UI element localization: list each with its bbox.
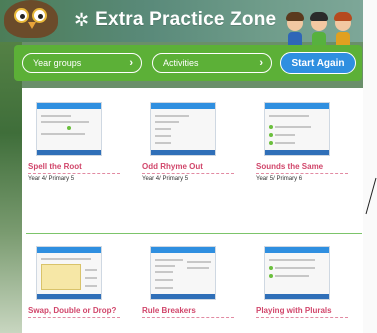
filter-bar: Year groups › Activities › Start Again — [14, 45, 362, 81]
row-divider — [26, 233, 362, 234]
activity-title[interactable]: Playing with Plurals — [256, 306, 348, 318]
page-header: ✲ Extra Practice Zone — [74, 6, 276, 34]
activity-card[interactable]: Playing with Plurals — [256, 246, 356, 318]
activity-title[interactable]: Swap, Double or Drop? — [28, 306, 120, 318]
activity-thumbnail[interactable] — [150, 246, 216, 300]
activities-grid: Spell the Root Year 4/ Primary 5 Odd Rhy… — [22, 88, 363, 333]
activity-thumbnail[interactable] — [264, 246, 330, 300]
activity-year: Year 5/ Primary 6 — [256, 176, 303, 182]
activity-thumbnail[interactable] — [36, 102, 102, 156]
activity-title[interactable]: Odd Rhyme Out — [142, 162, 234, 174]
activity-title[interactable]: Spell the Root — [28, 162, 120, 174]
activity-card[interactable]: Swap, Double or Drop? — [28, 246, 128, 318]
activity-card[interactable]: Odd Rhyme Out Year 4/ Primary 5 — [142, 102, 242, 182]
activity-card[interactable]: Sounds the Same Year 5/ Primary 6 — [256, 102, 356, 182]
pointer-line-decoration — [365, 177, 377, 215]
start-again-button[interactable]: Start Again — [280, 52, 356, 74]
activities-label: Activities — [163, 58, 199, 68]
year-groups-label: Year groups — [33, 58, 82, 68]
activity-title[interactable]: Rule Breakers — [142, 306, 234, 318]
year-groups-dropdown[interactable]: Year groups › — [22, 53, 142, 73]
activity-thumbnail[interactable] — [264, 102, 330, 156]
chevron-right-icon: › — [129, 57, 133, 69]
owl-mascot-icon — [4, 0, 58, 38]
children-characters-icon — [282, 6, 356, 50]
background-right-panel — [363, 0, 377, 333]
activity-title[interactable]: Sounds the Same — [256, 162, 348, 174]
activity-card[interactable]: Rule Breakers — [142, 246, 242, 318]
activity-thumbnail[interactable] — [36, 246, 102, 300]
activity-year: Year 4/ Primary 5 — [28, 176, 75, 182]
chevron-right-icon: › — [259, 57, 263, 69]
activity-card[interactable]: Spell the Root Year 4/ Primary 5 — [28, 102, 128, 182]
page-title: Extra Practice Zone — [95, 9, 277, 30]
activity-year: Year 4/ Primary 5 — [142, 176, 189, 182]
sparkle-icon: ✲ — [74, 10, 90, 30]
activities-dropdown[interactable]: Activities › — [152, 53, 272, 73]
activity-thumbnail[interactable] — [150, 102, 216, 156]
